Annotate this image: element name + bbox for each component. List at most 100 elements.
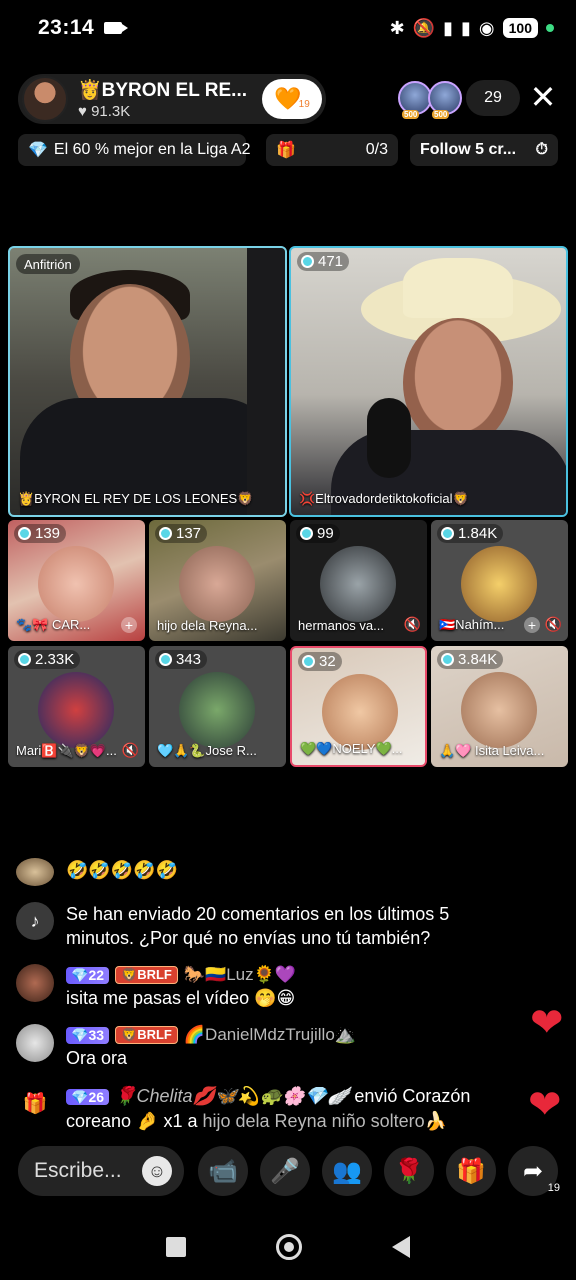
rose-icon: 🌹 (394, 1157, 424, 1185)
tile-name: hermanos va... (298, 618, 384, 633)
tile-name: 🇵🇷Nahím... (439, 617, 505, 632)
add-icon[interactable]: + (524, 617, 540, 633)
goal-progress: 0/3 (365, 141, 388, 158)
tile-score: 139 (14, 524, 67, 543)
top-viewers[interactable]: 500 500 29 (398, 80, 520, 119)
back-icon[interactable] (392, 1236, 410, 1258)
battery-indicator: 100 (502, 18, 538, 38)
microphone-button[interactable]: 🎤 (260, 1146, 310, 1196)
tile-name: 🙏🩷 Isita Leiva... (439, 743, 545, 758)
tile-score: 137 (155, 524, 208, 543)
goal-pill[interactable]: 🎁 0/3 (266, 134, 398, 166)
guest-face (403, 318, 513, 448)
username[interactable]: 🐎🇨🇴Luz🌻💜 (184, 965, 296, 985)
share-button[interactable]: ➦ 19 (508, 1146, 560, 1196)
gift-button[interactable]: 🎁 (446, 1146, 496, 1196)
comment-input[interactable]: Escribe... ☺ (18, 1146, 184, 1196)
tile-score: 343 (155, 650, 208, 669)
tile-score: 1.84K (437, 524, 504, 543)
tile-score: 99 (296, 524, 340, 543)
guest-video-tile[interactable]: 137 hijo dela Reyna... (149, 520, 286, 641)
guest-video-tile[interactable]: 3.84K 🙏🩷 Isita Leiva... (431, 646, 568, 767)
recents-icon[interactable] (166, 1237, 186, 1257)
score-icon (441, 527, 454, 540)
league-pill[interactable]: 💎 El 60 % mejor en la Liga A2 (18, 134, 250, 166)
chat-message: 💎33 🦁BRLF 🌈DanielMdzTrujillo⛰️ Ora ora (16, 1024, 356, 1070)
score-icon (300, 527, 313, 540)
username[interactable]: 🌈DanielMdzTrujillo⛰️ (184, 1025, 356, 1045)
host-likes: ♥ 91.3K (78, 103, 131, 120)
tile-name: 💢Eltrovadordetiktokoficial🦁 (299, 491, 469, 506)
fan-badge: 🦁BRLF (115, 1026, 178, 1044)
score-icon (18, 653, 31, 666)
host-profile-pill[interactable]: 👸BYRON EL RE... ♥ 91.3K 🧡 19 (18, 74, 326, 124)
level-badge: 💎26 (66, 1089, 110, 1105)
gift-goal-icon: 🎁 (276, 142, 296, 159)
host-video-tile[interactable]: Anfitrión 👸BYRON EL REY DE LOS LEONES🦁 (8, 246, 287, 517)
gift-recipient[interactable]: hijo dela Reyna niño soltero🍌 (203, 1111, 448, 1131)
video-camera-button[interactable]: 📹 (198, 1146, 248, 1196)
guest-video-tile[interactable]: 32 💚💙NOELY💚... (290, 646, 427, 767)
system-message: ♪ Se han enviado 20 comentarios en los ú… (16, 902, 506, 950)
viewer-count[interactable]: 29 (466, 80, 520, 116)
signal-icon-2: ▮ (461, 17, 471, 38)
tile-score: 2.33K (14, 650, 81, 669)
level-badge: 💎22 (66, 966, 110, 984)
guest-video-tile[interactable]: 99 hermanos va... 🔇 (290, 520, 427, 641)
viewer-avatar[interactable]: 500 (428, 81, 462, 119)
mic-muted-icon: 🔇 (403, 616, 421, 632)
score-icon (159, 653, 172, 666)
username[interactable]: 🌹Chelita💋🦋💫🐢🌸💎🪽 (114, 1086, 349, 1106)
guest-video-tile[interactable]: 471 💢Eltrovadordetiktokoficial🦁 (289, 246, 568, 517)
emoji-icon[interactable]: ☺ (142, 1156, 172, 1186)
wifi-icon: ◉ (478, 17, 495, 38)
stopwatch-icon: ⏱ (535, 141, 548, 158)
mic-muted-icon: 🔇 (544, 616, 562, 632)
floating-heart-icon: ❤ (530, 1001, 564, 1045)
tile-name: 🩵🙏🐍Jose R... (157, 743, 257, 758)
tile-name: hijo dela Reyna... (157, 618, 258, 633)
system-text: Se han enviado 20 comentarios en los últ… (66, 904, 450, 948)
guest-video-tile[interactable]: 139 🐾🎀 CAR... + (8, 520, 145, 641)
navigation-bar (0, 1214, 576, 1280)
host-name: 👸BYRON EL RE... (78, 80, 247, 101)
microphone-icon: 🎤 (270, 1157, 300, 1185)
score-icon (159, 527, 172, 540)
avatar[interactable] (16, 1024, 54, 1062)
people-icon: 👥 (332, 1157, 362, 1185)
chat-text: isita me pasas el vídeo 🤭😁 (66, 988, 296, 1008)
tile-name: 💚💙NOELY💚... (300, 741, 403, 756)
chat-text: Ora ora (66, 1048, 128, 1068)
viewer-avatar[interactable]: 500 (398, 81, 432, 119)
avatar[interactable] (16, 964, 54, 1002)
guest-video-tile[interactable]: 343 🩵🙏🐍Jose R... (149, 646, 286, 767)
rose-gift-button[interactable]: 🌹 (384, 1146, 434, 1196)
diamond-icon: 💎 (28, 142, 48, 159)
status-icons: ✱ 🔕 ▮ ▮ ◉ 100 (390, 18, 554, 39)
follow-task-text: Follow 5 cr... (420, 141, 517, 158)
privacy-dot-icon (546, 24, 554, 32)
host-label: Anfitrión (16, 254, 80, 274)
score-icon (441, 653, 454, 666)
tile-name: Mari🅱️🔌🦁💗... (16, 743, 117, 758)
gift-icon: 🎁 (22, 1092, 48, 1115)
bluetooth-icon: ✱ (389, 17, 405, 38)
score-icon (301, 255, 314, 268)
score-icon (302, 655, 315, 668)
chat-text: 🤣🤣🤣🤣🤣 (66, 860, 179, 880)
follow-heart-button[interactable]: 🧡 19 (262, 79, 322, 119)
close-icon[interactable]: ✕ (528, 81, 558, 113)
gift-box-icon: 🎁 (456, 1157, 486, 1185)
tile-score: 471 (297, 252, 350, 271)
guests-button[interactable]: 👥 (322, 1146, 372, 1196)
guest-video-tile[interactable]: 2.33K Mari🅱️🔌🦁💗... 🔇 (8, 646, 145, 767)
host-avatar[interactable] (22, 76, 68, 122)
avatar[interactable] (16, 858, 54, 886)
add-icon[interactable]: + (121, 617, 137, 633)
guest-video-tile[interactable]: 1.84K 🇵🇷Nahím... + 🔇 (431, 520, 568, 641)
follow-task-pill[interactable]: Follow 5 cr... ⏱ (410, 134, 558, 166)
chat-message: 🤣🤣🤣🤣🤣 (16, 858, 178, 886)
home-icon[interactable] (276, 1234, 302, 1260)
signal-icon: ▮ (443, 17, 454, 38)
status-bar: 23:14 ✱ 🔕 ▮ ▮ ◉ 100 (0, 0, 576, 56)
